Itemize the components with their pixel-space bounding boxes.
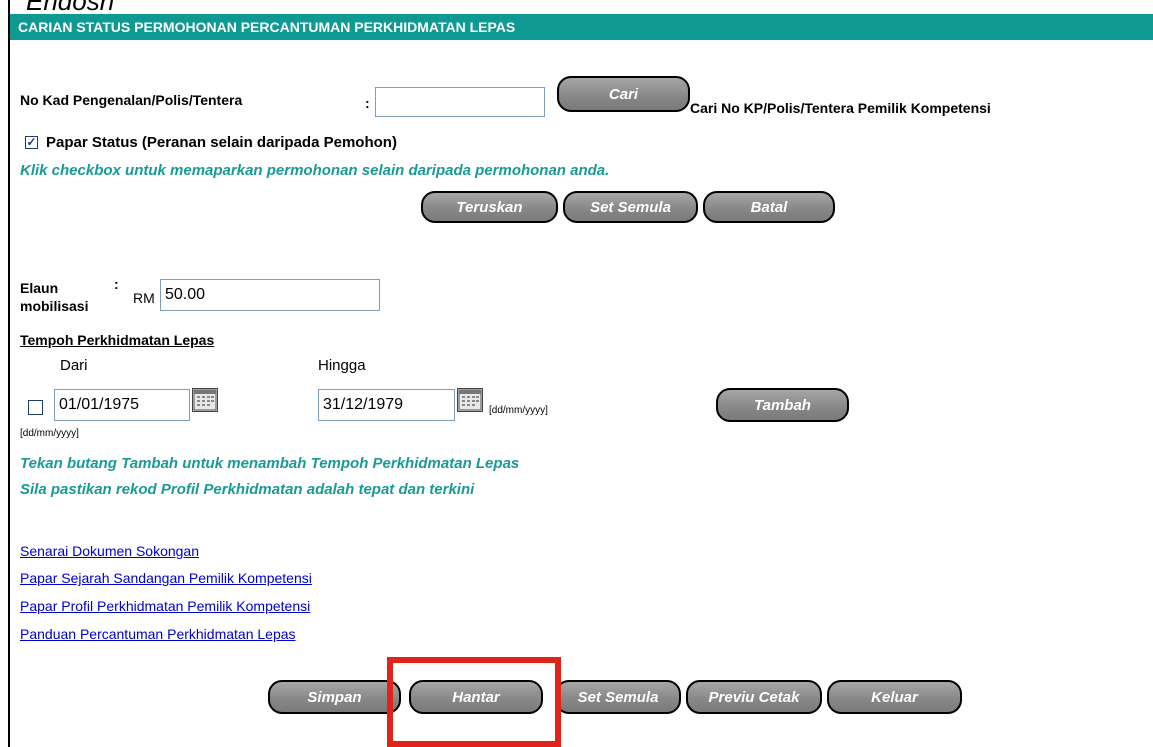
- checkmark-icon: ✓: [26, 135, 37, 149]
- allowance-label-line2: mobilisasi: [20, 298, 89, 314]
- allowance-colon: :: [114, 276, 119, 292]
- add-note: Tekan butang Tambah untuk menambah Tempo…: [20, 455, 520, 472]
- cancel-button[interactable]: Batal: [703, 191, 835, 223]
- profile-note: Sila pastikan rekod Profil Perkhidmatan …: [20, 481, 475, 498]
- save-button[interactable]: Simpan: [268, 680, 401, 714]
- period-row-checkbox[interactable]: [28, 400, 43, 415]
- from-date-input[interactable]: [54, 389, 190, 421]
- frame-border: [8, 0, 10, 747]
- search-hint: Cari No KP/Polis/Tentera Pemilik Kompete…: [690, 100, 991, 116]
- exit-button[interactable]: Keluar: [827, 680, 962, 714]
- to-calendar-icon[interactable]: [457, 388, 483, 412]
- search-button[interactable]: Cari: [557, 76, 690, 112]
- checkbox-note: Klik checkbox untuk memaparkan permohona…: [20, 162, 610, 179]
- link-service-profile[interactable]: Papar Profil Perkhidmatan Pemilik Kompet…: [20, 598, 310, 614]
- add-period-button[interactable]: Tambah: [716, 388, 849, 422]
- to-date-input[interactable]: [318, 389, 455, 421]
- to-label: Hingga: [318, 357, 366, 374]
- currency-label: RM: [133, 290, 155, 306]
- show-status-label: Papar Status (Peranan selain daripada Pe…: [46, 134, 397, 151]
- reset-button[interactable]: Set Semula: [563, 191, 698, 223]
- to-date-format: [dd/mm/yyyy]: [489, 405, 548, 416]
- link-merge-guide[interactable]: Panduan Percantuman Perkhidmatan Lepas: [20, 626, 296, 642]
- period-heading: Tempoh Perkhidmatan Lepas: [20, 332, 215, 348]
- page-title: CARIAN STATUS PERMOHONAN PERCANTUMAN PER…: [18, 19, 516, 35]
- show-status-checkbox[interactable]: ✓: [25, 136, 38, 149]
- continue-button[interactable]: Teruskan: [421, 191, 558, 223]
- from-calendar-icon[interactable]: [192, 388, 218, 412]
- from-date-format: [dd/mm/yyyy]: [20, 428, 79, 439]
- calendar-icon: [458, 389, 482, 411]
- id-number-colon: :: [365, 95, 370, 111]
- link-supporting-documents[interactable]: Senarai Dokumen Sokongan: [20, 543, 199, 559]
- from-label: Dari: [60, 357, 88, 374]
- link-position-history[interactable]: Papar Sejarah Sandangan Pemilik Kompeten…: [20, 570, 312, 586]
- id-number-input[interactable]: [375, 87, 545, 117]
- id-number-label: No Kad Pengenalan/Polis/Tentera: [20, 92, 243, 108]
- reset-footer-button[interactable]: Set Semula: [555, 680, 681, 714]
- highlight-box: [387, 657, 561, 747]
- allowance-input[interactable]: [160, 279, 380, 311]
- allowance-label-line1: Elaun: [20, 280, 59, 296]
- print-preview-button[interactable]: Previu Cetak: [686, 680, 822, 714]
- calendar-icon: [193, 389, 217, 411]
